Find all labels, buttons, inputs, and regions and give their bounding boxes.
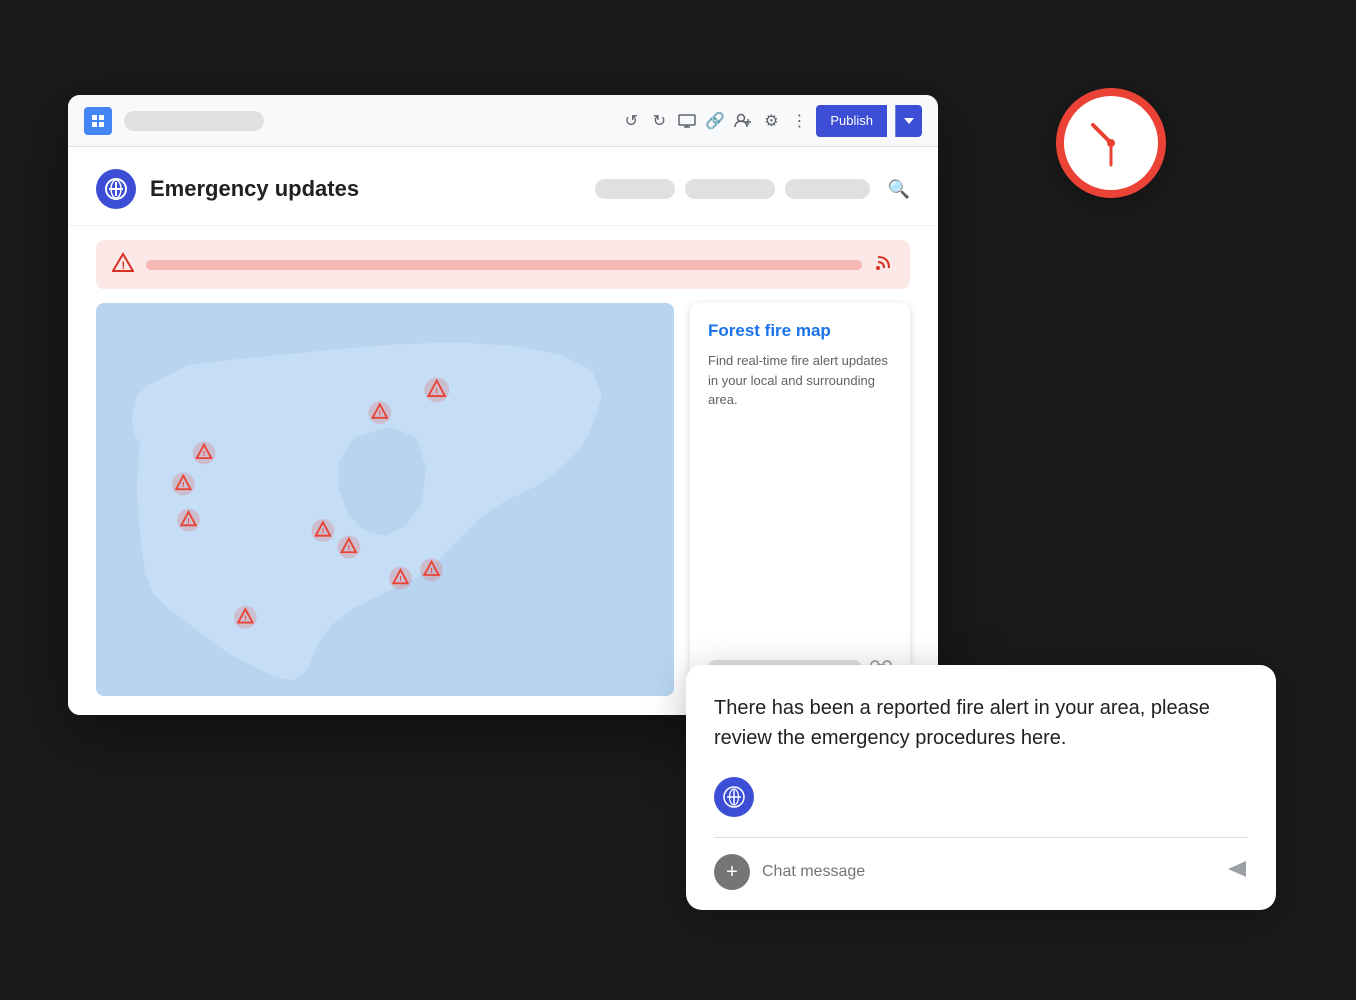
page-body: ! ! !: [68, 303, 938, 715]
nav-pill-3[interactable]: [785, 179, 870, 199]
link-icon[interactable]: 🔗: [706, 112, 724, 130]
chat-add-button[interactable]: +: [714, 854, 750, 890]
clock-overlay: [1056, 88, 1166, 198]
chat-message-text: There has been a reported fire alert in …: [714, 693, 1248, 753]
chat-avatar: [714, 777, 754, 817]
svg-text:!: !: [399, 574, 401, 583]
nav-pill-2[interactable]: [685, 179, 775, 199]
publish-button[interactable]: Publish: [816, 105, 887, 137]
svg-text:!: !: [348, 543, 350, 552]
app-logo: [84, 107, 112, 135]
redo-icon[interactable]: ↻: [650, 112, 668, 130]
chat-divider: [714, 837, 1248, 838]
chat-input-row: +: [714, 854, 1248, 890]
alert-bar: [146, 260, 862, 270]
svg-text:!: !: [379, 409, 381, 418]
more-icon[interactable]: ⋮: [790, 112, 808, 130]
browser-toolbar: ↺ ↻ 🔗 ⚙ ⋮ Publish: [68, 95, 938, 147]
chat-window: There has been a reported fire alert in …: [686, 665, 1276, 910]
search-icon[interactable]: 🔍: [888, 179, 910, 200]
svg-text:!: !: [203, 449, 205, 458]
map-container: ! ! !: [96, 303, 674, 696]
add-user-icon[interactable]: [734, 112, 752, 130]
svg-text:!: !: [430, 566, 432, 575]
svg-text:!: !: [436, 386, 438, 395]
settings-icon[interactable]: ⚙: [762, 112, 780, 130]
nav-pill-1[interactable]: [595, 179, 675, 199]
page-header: Emergency updates 🔍: [68, 147, 938, 226]
page-logo-icon: [96, 169, 136, 209]
toolbar-icons: ↺ ↻ 🔗 ⚙ ⋮: [622, 112, 808, 130]
desktop-icon[interactable]: [678, 112, 696, 130]
publish-dropdown-button[interactable]: [895, 105, 922, 137]
alert-banner: !: [96, 240, 910, 289]
svg-text:!: !: [322, 527, 324, 536]
browser-window: ↺ ↻ 🔗 ⚙ ⋮ Publish: [68, 95, 938, 715]
undo-icon[interactable]: ↺: [622, 112, 640, 130]
fire-card-description: Find real-time fire alert updates in you…: [708, 351, 892, 410]
svg-text:!: !: [244, 614, 246, 623]
svg-text:!: !: [187, 516, 189, 525]
chat-message-input[interactable]: [762, 863, 1214, 881]
page-content: Emergency updates 🔍 !: [68, 147, 938, 715]
alert-triangle-icon: !: [112, 252, 134, 277]
svg-text:!: !: [182, 480, 184, 489]
page-title: Emergency updates: [150, 176, 359, 202]
fire-card: Forest fire map Find real-time fire aler…: [690, 303, 910, 696]
page-title-bar: [124, 111, 264, 131]
chat-send-button[interactable]: [1226, 859, 1248, 885]
rss-icon: [874, 252, 894, 277]
header-nav: 🔍: [595, 179, 910, 200]
svg-text:!: !: [122, 260, 126, 272]
chat-avatar-row: [714, 777, 1248, 817]
fire-card-title: Forest fire map: [708, 321, 892, 341]
